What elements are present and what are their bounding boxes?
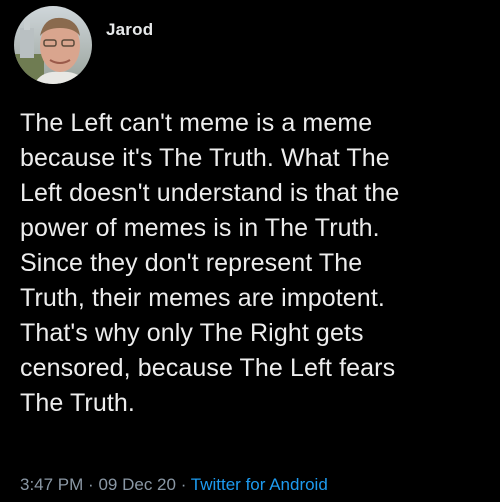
tweet-time[interactable]: 3:47 PM: [20, 475, 83, 494]
author-name[interactable]: Jarod: [106, 20, 153, 40]
tweet-text-line: Truth, their memes are impotent.: [20, 284, 385, 312]
tweet-text-line: censored, because The Left fears: [20, 354, 396, 382]
tweet-text-line: because it's The Truth. What The: [20, 144, 390, 172]
tweet-text-line: The Left can't meme is a meme: [20, 109, 373, 137]
tweet-text-line: power of memes is in The Truth.: [20, 214, 380, 242]
tweet-card: Jarod The Left can't meme is a meme beca…: [0, 0, 500, 502]
meta-separator: ·: [180, 475, 187, 494]
meta-separator: ·: [88, 475, 94, 494]
avatar[interactable]: [14, 6, 92, 84]
tweet-text-line: Since they don't represent The: [20, 249, 363, 277]
tweet-text-line: Left doesn't understand is that the: [20, 179, 400, 207]
tweet-text-line: The Truth.: [20, 389, 135, 417]
avatar-image: [14, 6, 92, 84]
tweet-text-line: That's why only The Right gets: [20, 319, 364, 347]
tweet-text: The Left can't meme is a meme because it…: [20, 106, 490, 421]
tweet-source-link[interactable]: Twitter for Android: [191, 475, 328, 494]
tweet-header: Jarod: [14, 6, 153, 84]
tweet-meta: 3:47 PM · 09 Dec 20 · Twitter for Androi…: [20, 474, 328, 496]
tweet-date[interactable]: 09 Dec 20: [98, 475, 176, 494]
